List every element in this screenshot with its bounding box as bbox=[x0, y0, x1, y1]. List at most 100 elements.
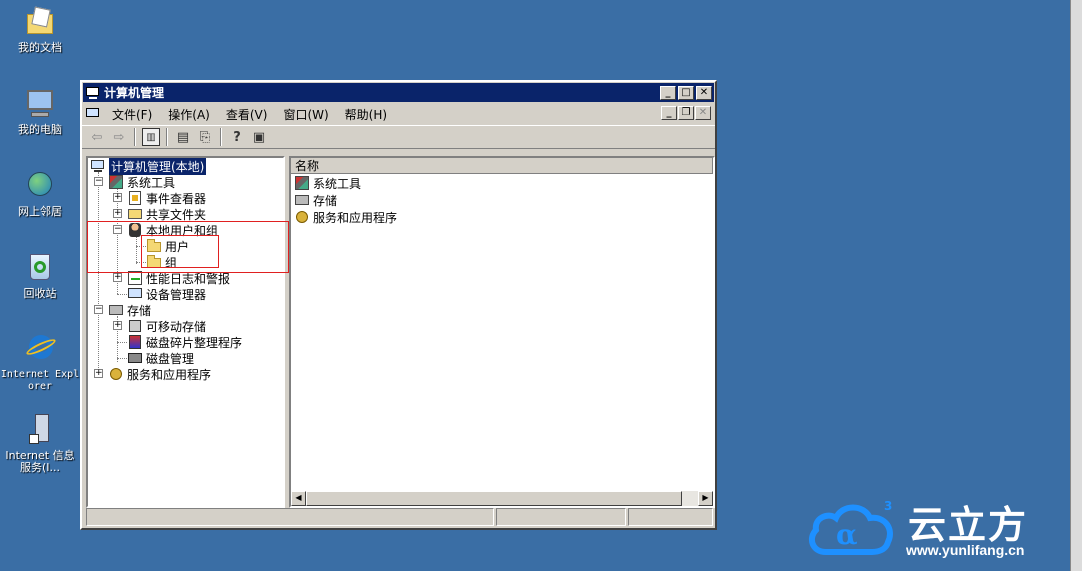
desktop-icon-recycle-bin[interactable]: 回收站 bbox=[0, 252, 80, 300]
collapse-toggle[interactable]: − bbox=[94, 177, 103, 186]
logo-url-text: www.yunlifang.cn bbox=[906, 542, 1025, 558]
folder-icon bbox=[23, 6, 57, 38]
child-close-button[interactable]: ✕ bbox=[695, 106, 711, 120]
storage-icon bbox=[108, 302, 124, 318]
results-list-pane[interactable]: 名称 系统工具 存储 服务和应用程序 ◀ ▶ bbox=[289, 156, 715, 508]
tree-node-system-tools[interactable]: 系统工具 bbox=[108, 174, 175, 190]
desktop-icon-label: Internet 信息服务(I... bbox=[5, 449, 75, 474]
tree-node-device-manager[interactable]: 设备管理器 bbox=[127, 286, 206, 302]
defrag-icon bbox=[127, 334, 143, 350]
desktop-icon-label: 我的电脑 bbox=[18, 123, 62, 136]
tree-node-disk-management[interactable]: 磁盘管理 bbox=[127, 350, 194, 366]
device-manager-icon bbox=[127, 286, 143, 302]
scroll-right-button[interactable]: ▶ bbox=[698, 491, 713, 506]
tree-node-event-viewer[interactable]: 事件查看器 bbox=[127, 190, 206, 206]
computer-icon bbox=[23, 88, 57, 120]
tree-line bbox=[117, 358, 127, 359]
close-button[interactable]: ✕ bbox=[696, 85, 712, 100]
desktop-right-strip bbox=[1070, 0, 1082, 571]
list-item[interactable]: 服务和应用程序 bbox=[294, 209, 397, 225]
expand-toggle[interactable]: + bbox=[113, 321, 122, 330]
back-arrow-icon[interactable]: ⇦ bbox=[88, 128, 106, 146]
window-title: 计算机管理 bbox=[104, 86, 165, 100]
child-minimize-button[interactable]: _ bbox=[661, 106, 677, 120]
svg-text:α: α bbox=[836, 518, 858, 551]
tree-node-services-apps[interactable]: 服务和应用程序 bbox=[108, 366, 211, 382]
expand-toggle[interactable]: + bbox=[113, 193, 122, 202]
column-header-name[interactable]: 名称 bbox=[291, 158, 713, 174]
menu-window[interactable]: 窗口(W) bbox=[275, 106, 336, 123]
system-tools-icon bbox=[108, 174, 124, 190]
desktop-icon-network[interactable]: 网上邻居 bbox=[0, 170, 80, 218]
recycle-bin-icon bbox=[23, 252, 57, 284]
list-item[interactable]: 存储 bbox=[294, 192, 337, 208]
tree-node-label: 设备管理器 bbox=[146, 287, 207, 302]
mmc-doc-icon bbox=[86, 108, 100, 120]
expand-toggle[interactable]: + bbox=[94, 369, 103, 378]
show-hide-tree-icon[interactable]: ▥ bbox=[142, 128, 160, 146]
desktop-icon-ie[interactable]: Internet Explorer bbox=[0, 333, 80, 393]
menu-file[interactable]: 文件(F) bbox=[104, 106, 160, 123]
horizontal-scrollbar[interactable]: ◀ ▶ bbox=[291, 491, 713, 506]
internet-explorer-icon bbox=[23, 333, 58, 365]
scroll-left-button[interactable]: ◀ bbox=[291, 491, 306, 506]
expand-toggle[interactable]: + bbox=[113, 209, 122, 218]
list-item-label: 服务和应用程序 bbox=[313, 210, 398, 225]
toolbar-separator bbox=[220, 128, 222, 146]
tree-line bbox=[98, 172, 99, 374]
tree-node-storage[interactable]: 存储 bbox=[108, 302, 151, 318]
child-restore-button[interactable]: ❐ bbox=[678, 106, 694, 120]
desktop-icon-label: 网上邻居 bbox=[18, 205, 62, 218]
desktop-icon-label: 回收站 bbox=[23, 287, 57, 300]
expand-toggle[interactable]: + bbox=[113, 273, 122, 282]
export-list-icon[interactable]: ⎘ bbox=[196, 128, 214, 146]
logo-brand-text: 云立方 bbox=[908, 503, 1029, 547]
tree-node-label: 共享文件夹 bbox=[146, 207, 207, 222]
title-bar[interactable]: 计算机管理 _ □ ✕ bbox=[83, 83, 714, 102]
menu-help[interactable]: 帮助(H) bbox=[337, 106, 395, 123]
properties-icon[interactable]: ▤ bbox=[174, 128, 192, 146]
column-header-label: 名称 bbox=[295, 159, 320, 173]
toolbar: ⇦ ⇨ ▥ ▤ ⎘ ? ▣ bbox=[82, 125, 715, 149]
maximize-button[interactable]: □ bbox=[678, 85, 694, 100]
tree-node-label: 存储 bbox=[127, 303, 152, 318]
list-item[interactable]: 系统工具 bbox=[294, 175, 361, 191]
desktop-icon-my-computer[interactable]: 我的电脑 bbox=[0, 88, 80, 136]
list-item-label: 系统工具 bbox=[313, 176, 362, 191]
tree-node-removable-storage[interactable]: 可移动存储 bbox=[127, 318, 206, 334]
scroll-track[interactable] bbox=[682, 491, 698, 506]
console-icon[interactable]: ▣ bbox=[250, 128, 268, 146]
desktop-icon-my-documents[interactable]: 我的文档 bbox=[0, 6, 80, 54]
status-cell bbox=[86, 508, 494, 526]
menu-view[interactable]: 查看(V) bbox=[218, 106, 276, 123]
menu-action[interactable]: 操作(A) bbox=[160, 106, 218, 123]
forward-arrow-icon[interactable]: ⇨ bbox=[110, 128, 128, 146]
minimize-button[interactable]: _ bbox=[660, 85, 676, 100]
cloud-logo-icon: α 3 bbox=[808, 499, 893, 555]
removable-storage-icon bbox=[127, 318, 143, 334]
tree-line bbox=[117, 342, 127, 343]
services-gear-icon bbox=[294, 209, 310, 225]
tree-node-shared-folders[interactable]: 共享文件夹 bbox=[127, 206, 206, 222]
list-item-label: 存储 bbox=[313, 193, 338, 208]
toolbar-separator bbox=[134, 128, 136, 146]
computer-icon bbox=[90, 158, 106, 174]
status-bar bbox=[86, 508, 715, 526]
tree-node-label: 磁盘碎片整理程序 bbox=[146, 335, 243, 350]
network-globe-icon bbox=[23, 170, 57, 202]
collapse-toggle[interactable]: − bbox=[94, 305, 103, 314]
iis-server-icon bbox=[23, 414, 57, 446]
tree-node-label: 可移动存储 bbox=[146, 319, 207, 334]
highlight-box-inner bbox=[141, 235, 219, 268]
tree-node-root[interactable]: 计算机管理(本地) bbox=[90, 157, 207, 175]
console-tree-pane[interactable]: 计算机管理(本地) − 系统工具 + 事件查看器 + 共享文件夹 − 本地用户和… bbox=[86, 156, 285, 508]
desktop-icon-label: 我的文档 bbox=[18, 41, 62, 54]
scroll-thumb[interactable] bbox=[306, 491, 682, 506]
tree-node-defrag[interactable]: 磁盘碎片整理程序 bbox=[127, 334, 242, 350]
help-icon[interactable]: ? bbox=[228, 128, 246, 146]
shared-folder-icon bbox=[127, 206, 143, 222]
desktop-icon-iis[interactable]: Internet 信息服务(I... bbox=[0, 414, 80, 474]
event-viewer-icon bbox=[127, 190, 143, 206]
disk-management-icon bbox=[127, 350, 143, 366]
system-tools-icon bbox=[294, 175, 310, 191]
